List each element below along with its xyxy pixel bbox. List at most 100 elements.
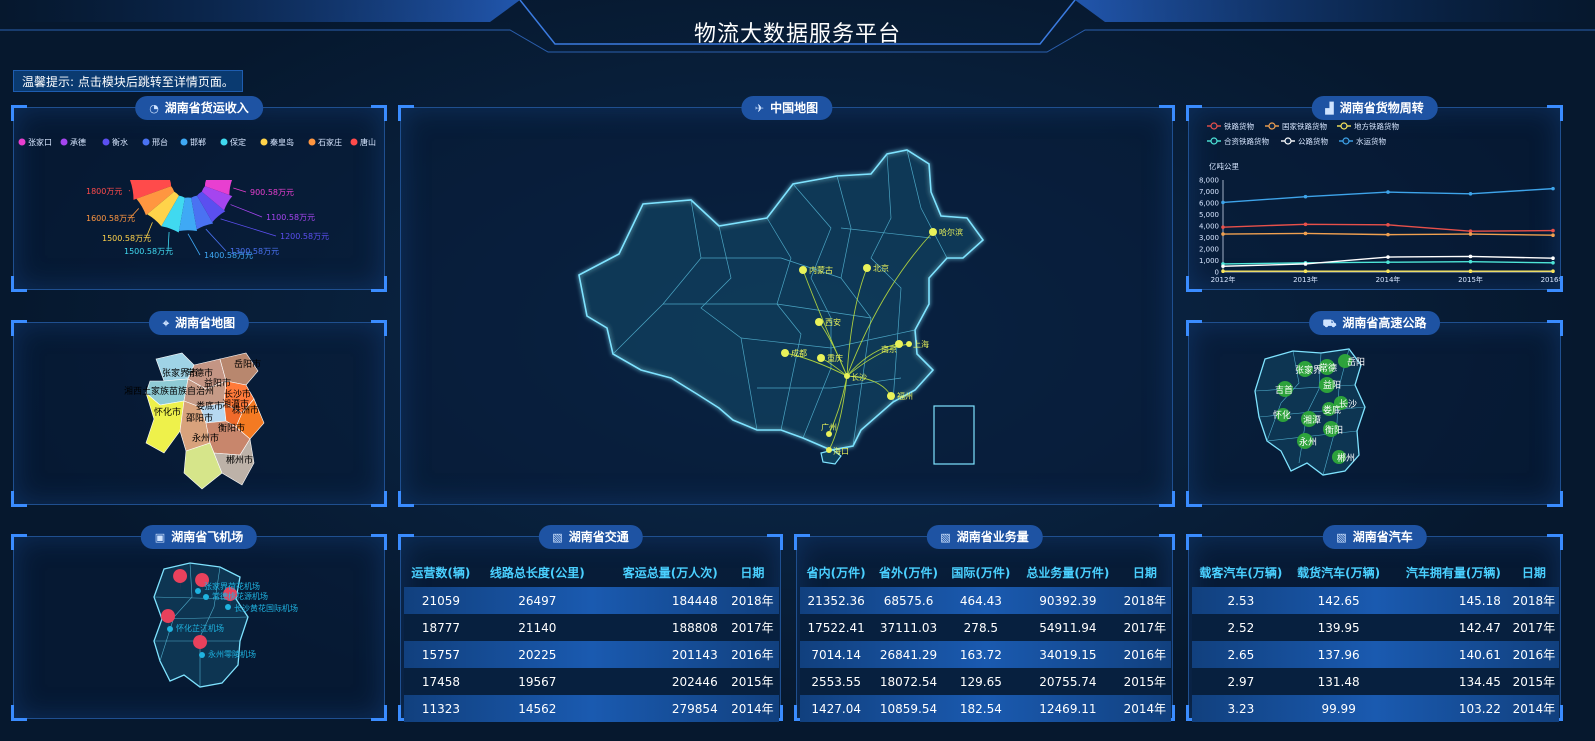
- legend-swatch[interactable]: [142, 138, 150, 146]
- legend-swatch[interactable]: [18, 138, 26, 146]
- data-point[interactable]: [1303, 262, 1308, 266]
- highway-label: 永州: [1299, 436, 1317, 448]
- city-changsha-marker[interactable]: [844, 373, 850, 379]
- panel-title[interactable]: ▧ 湖南省业务量: [926, 525, 1043, 549]
- airport-dot[interactable]: [225, 604, 231, 610]
- corner: [371, 534, 387, 550]
- data-point[interactable]: [1551, 228, 1555, 233]
- table-row[interactable]: 21059 26497 184448 2018年: [404, 587, 779, 614]
- data-point[interactable]: [1386, 190, 1390, 194]
- data-point[interactable]: [1386, 255, 1390, 259]
- airport-dot[interactable]: [195, 588, 201, 594]
- panel-freight-income[interactable]: ◔ 湖南省货运收入 张家口 承德 衡水 邢台 邯郸 保定 秦皇岛 石家庄 唐山 1800万元 1600…: [11, 96, 387, 292]
- legend-swatch[interactable]: [260, 138, 268, 146]
- city-chongqing-marker[interactable]: [817, 354, 825, 362]
- data-point[interactable]: [1551, 186, 1555, 191]
- panel-highway[interactable]: ⛟ 湖南省高速公路 张家界 常德 岳阳 益阳 吉首 长沙 怀化 湘潭 娄底 衡阳 …: [1186, 311, 1563, 507]
- data-point[interactable]: [1221, 200, 1225, 205]
- table-row[interactable]: 17522.41 37111.03 278.5 54911.94 2017年: [800, 614, 1171, 641]
- table-cell: 21140: [518, 620, 557, 635]
- table-cell: 2.65: [1227, 647, 1255, 662]
- data-point[interactable]: [1221, 225, 1225, 229]
- table-row[interactable]: 1427.04 10859.54 182.54 12469.11 2014年: [800, 695, 1171, 722]
- airport-dot[interactable]: [199, 652, 205, 658]
- table-cell: 99.99: [1321, 701, 1356, 716]
- table-cell: 2018年: [1123, 594, 1167, 608]
- panel-title[interactable]: ▧ 湖南省汽车: [1322, 525, 1427, 549]
- x-tick-label: 2013年: [1293, 275, 1318, 284]
- data-point[interactable]: [1468, 269, 1473, 273]
- y-tick-label: 8,000: [1199, 177, 1219, 185]
- city-fuzhou-marker[interactable]: [887, 392, 895, 400]
- table-row[interactable]: 2.53 142.65 145.18 2018年: [1192, 587, 1559, 614]
- city-haikou-marker[interactable]: [826, 447, 832, 453]
- corner: [1159, 491, 1175, 507]
- data-point[interactable]: [1303, 231, 1308, 236]
- panel-title[interactable]: ▣ 湖南省飞机场: [140, 525, 258, 549]
- legend-swatch[interactable]: [220, 138, 228, 146]
- panel-china-map[interactable]: ✈ 中国地图 哈尔滨 北京 内蒙古 西安 成都 重庆 南京 上海 福州 广州 海…: [398, 96, 1175, 507]
- legend-swatch[interactable]: [102, 138, 110, 146]
- table-row[interactable]: 2.97 131.48 134.45 2015年: [1192, 668, 1559, 695]
- table-row[interactable]: 21352.36 68575.6 464.43 90392.39 2018年: [800, 587, 1171, 614]
- legend-swatch[interactable]: [60, 138, 68, 146]
- data-point[interactable]: [1468, 192, 1473, 196]
- table-cell: 278.5: [963, 620, 999, 635]
- table-row[interactable]: 2553.55 18072.54 129.65 20755.74 2015年: [800, 668, 1171, 695]
- city-xian-marker[interactable]: [815, 318, 823, 326]
- legend-swatch[interactable]: [308, 138, 316, 146]
- region-label: 常德市: [186, 367, 213, 379]
- legend-swatch[interactable]: [180, 138, 188, 146]
- panel-title[interactable]: ▧ 湖南省交通: [538, 525, 643, 549]
- panel-business[interactable]: ▧ 湖南省业务量 省内(万件) 省外(万件) 国际(万件) 总业务量(万件) 日期…: [794, 525, 1175, 722]
- data-point[interactable]: [1303, 194, 1308, 199]
- panel-title[interactable]: ⛟ 湖南省高速公路: [1308, 311, 1441, 335]
- city-harbin-marker[interactable]: [929, 228, 937, 236]
- data-point[interactable]: [1221, 264, 1225, 269]
- data-point[interactable]: [1386, 223, 1390, 227]
- data-point[interactable]: [1551, 256, 1555, 260]
- table-row[interactable]: 2.65 137.96 140.61 2016年: [1192, 641, 1559, 668]
- region-label: 郴州市: [226, 454, 253, 466]
- table-row[interactable]: 2.52 139.95 142.47 2017年: [1192, 614, 1559, 641]
- panel-title[interactable]: ✈ 中国地图: [740, 96, 833, 120]
- panel-cars[interactable]: ▧ 湖南省汽车 载客汽车(万辆) 载货汽车(万辆) 汽车拥有量(万辆) 日期 2.…: [1186, 525, 1563, 722]
- data-point[interactable]: [1551, 261, 1555, 265]
- panel-title[interactable]: ⌖ 湖南省地图: [148, 311, 250, 335]
- table-cell: 18777: [421, 620, 461, 635]
- highway-label: 岳阳: [1347, 356, 1365, 368]
- panel-hunan-map[interactable]: ⌖ 湖南省地图 岳阳市 张家界市 常德市 益阳市 湘西土家族苗族自治州 长沙市 娄…: [11, 311, 387, 507]
- data-point[interactable]: [1386, 232, 1390, 237]
- airport-dot[interactable]: [167, 626, 173, 632]
- table-row[interactable]: 18777 21140 188808 2017年: [404, 614, 779, 641]
- data-point[interactable]: [1386, 269, 1390, 273]
- legend-swatch[interactable]: [350, 138, 358, 146]
- data-point[interactable]: [1303, 222, 1308, 227]
- airport-dot[interactable]: [203, 594, 209, 600]
- data-point[interactable]: [1221, 232, 1225, 236]
- panel-traffic[interactable]: ▧ 湖南省交通 运营数(辆) 线路总长度(公里) 客运总量(万人次) 日期 210…: [398, 525, 783, 722]
- data-point[interactable]: [1386, 260, 1390, 265]
- panel-goods-turnover[interactable]: ▟ 湖南省货物周转 铁路货物 国家铁路货物 地方铁路货物 合资铁路货物 公路货物 水运货物亿…: [1186, 96, 1565, 292]
- panel-airport[interactable]: ▣ 湖南省飞机场 张家界荷花机场 常德桃花源机场 长沙黄花国际机场 怀化芷江机场 …: [11, 525, 387, 721]
- panel-title[interactable]: ▟ 湖南省货物周转: [1311, 96, 1438, 120]
- data-point[interactable]: [1221, 269, 1225, 273]
- panel-title[interactable]: ◔ 湖南省货运收入: [135, 96, 263, 120]
- data-point[interactable]: [1303, 269, 1308, 273]
- data-point[interactable]: [1468, 232, 1473, 236]
- table-header: 线路总长度(公里): [489, 565, 585, 580]
- city-beijing-marker[interactable]: [863, 264, 871, 272]
- data-point[interactable]: [1551, 269, 1555, 273]
- table-row[interactable]: 3.23 99.99 103.22 2014年: [1192, 695, 1559, 722]
- data-point[interactable]: [1551, 233, 1555, 237]
- city-neimenggu-marker[interactable]: [799, 266, 807, 274]
- city-shanghai-marker[interactable]: [906, 341, 912, 347]
- data-point[interactable]: [1468, 259, 1473, 264]
- table-row[interactable]: 7014.14 26841.29 163.72 34019.15 2016年: [800, 641, 1171, 668]
- table-row[interactable]: 15757 20225 201143 2016年: [404, 641, 779, 668]
- table-header: 载货汽车(万辆): [1297, 565, 1381, 580]
- city-chengdu-marker[interactable]: [781, 349, 789, 357]
- data-point[interactable]: [1468, 254, 1473, 259]
- table-row[interactable]: 17458 19567 202446 2015年: [404, 668, 779, 695]
- table-row[interactable]: 11323 14562 279854 2014年: [404, 695, 779, 722]
